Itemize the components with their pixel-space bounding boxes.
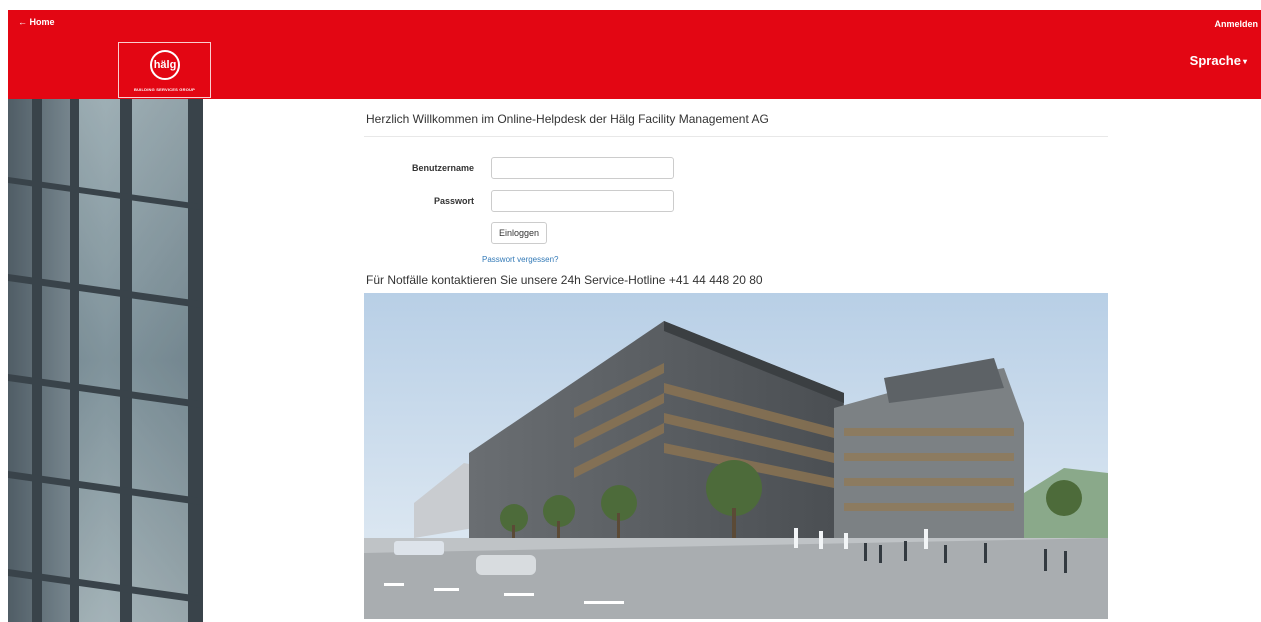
- divider: [364, 136, 1108, 137]
- building-photo: [364, 293, 1108, 619]
- login-link[interactable]: Anmelden: [1214, 19, 1258, 29]
- logo-emblem-icon: hälg: [150, 50, 180, 80]
- language-label: Sprache: [1189, 53, 1241, 68]
- password-input[interactable]: [491, 190, 674, 212]
- logo-tagline: BUILDING SERVICES GROUP: [134, 87, 195, 92]
- language-dropdown[interactable]: Sprache ▾: [1190, 53, 1247, 68]
- home-link[interactable]: ← Home: [18, 17, 55, 27]
- username-input[interactable]: [491, 157, 674, 179]
- logo-wordmark: hälg: [154, 59, 177, 71]
- username-label: Benutzername: [411, 163, 474, 173]
- top-navbar: ← Home Anmelden Sprache ▾ hälg BUILDING S…: [8, 10, 1261, 99]
- caret-down-icon: ▾: [1242, 57, 1247, 67]
- welcome-heading: Herzlich Willkommen im Online-Helpdesk d…: [366, 112, 769, 126]
- glass-facade-image: [8, 99, 203, 622]
- forgot-password-link[interactable]: Passwort vergessen?: [482, 255, 558, 264]
- emergency-hotline-text: Für Notfälle kontaktieren Sie unsere 24h…: [366, 273, 763, 287]
- password-label: Passwort: [433, 196, 474, 206]
- company-logo[interactable]: hälg BUILDING SERVICES GROUP: [118, 42, 211, 98]
- login-button[interactable]: Einloggen: [491, 222, 548, 244]
